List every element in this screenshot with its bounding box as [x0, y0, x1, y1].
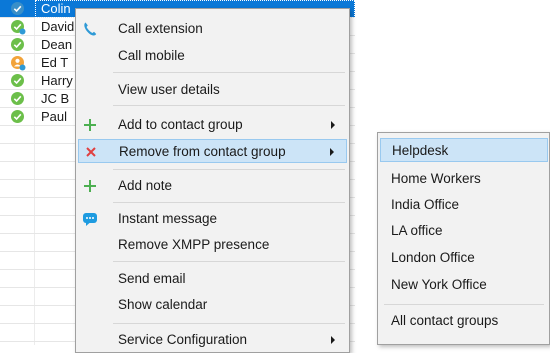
contact-group-submenu: Helpdesk Home Workers India Office LA of… — [377, 132, 550, 345]
submenu-label: All contact groups — [391, 313, 499, 328]
menu-label: Call mobile — [118, 48, 185, 63]
contact-name: Ed T — [41, 55, 69, 70]
menu-label: Add to contact group — [118, 117, 243, 132]
menu-label: Instant message — [118, 211, 218, 226]
submenu-label: New York Office — [391, 277, 487, 292]
contact-name: Harry — [41, 73, 73, 88]
menu-label: Service Configuration — [118, 332, 248, 347]
away-status-icon — [11, 56, 26, 71]
available-status-icon — [11, 110, 24, 123]
chat-bubble-icon — [82, 211, 98, 227]
submenu-arrow-icon — [330, 148, 334, 156]
contact-name: Dean — [41, 37, 73, 52]
menu-label: Remove from contact group — [119, 144, 286, 159]
contact-context-menu: Call extension Call mobile View user det… — [75, 8, 350, 353]
contact-name: JC B — [41, 91, 70, 106]
submenu-item-all-contact-groups[interactable]: All contact groups — [380, 309, 548, 333]
remove-x-icon — [83, 144, 99, 160]
plus-icon — [82, 178, 98, 194]
menu-separator — [113, 261, 345, 262]
submenu-item-india-office[interactable]: India Office — [380, 193, 548, 217]
menu-separator — [113, 169, 345, 170]
available-on-phone-status-icon — [11, 20, 26, 35]
submenu-item-la-office[interactable]: LA office — [380, 219, 548, 243]
submenu-item-london-office[interactable]: London Office — [380, 246, 548, 270]
menu-label: Show calendar — [118, 297, 208, 312]
menu-label: View user details — [118, 82, 220, 97]
contact-name: Colin — [41, 1, 71, 16]
submenu-item-home-workers[interactable]: Home Workers — [380, 167, 548, 191]
menu-separator — [113, 202, 345, 203]
submenu-label: London Office — [391, 250, 475, 265]
available-status-icon — [11, 92, 24, 105]
menu-item-view-user-details[interactable]: View user details — [78, 78, 347, 102]
menu-item-remove-xmpp-presence[interactable]: Remove XMPP presence — [78, 233, 347, 257]
menu-label: Remove XMPP presence — [118, 237, 270, 252]
menu-label: Add note — [118, 178, 173, 193]
menu-item-send-email[interactable]: Send email — [78, 267, 347, 291]
menu-item-call-extension[interactable]: Call extension — [78, 17, 347, 41]
menu-label: Call extension — [118, 21, 203, 36]
menu-item-add-note[interactable]: Add note — [78, 174, 347, 198]
phone-icon — [82, 21, 98, 37]
submenu-arrow-icon — [331, 336, 335, 344]
menu-label: Send email — [118, 271, 186, 286]
submenu-label: LA office — [391, 223, 443, 238]
selected-status-icon — [11, 2, 24, 15]
submenu-separator — [384, 304, 544, 305]
submenu-label: India Office — [391, 197, 460, 212]
menu-item-instant-message[interactable]: Instant message — [78, 207, 347, 231]
contact-name: Paul — [41, 109, 68, 124]
menu-separator — [113, 72, 345, 73]
submenu-label: Helpdesk — [392, 143, 449, 158]
menu-separator — [113, 105, 345, 106]
available-status-icon — [11, 74, 24, 87]
submenu-arrow-icon — [331, 121, 335, 129]
menu-item-remove-from-contact-group[interactable]: Remove from contact group — [78, 139, 347, 163]
submenu-item-new-york-office[interactable]: New York Office — [380, 273, 548, 297]
menu-separator — [113, 323, 345, 324]
menu-item-show-calendar[interactable]: Show calendar — [78, 293, 347, 317]
submenu-item-helpdesk[interactable]: Helpdesk — [380, 138, 548, 162]
menu-item-call-mobile[interactable]: Call mobile — [78, 44, 347, 68]
plus-icon — [82, 117, 98, 133]
menu-item-service-configuration[interactable]: Service Configuration — [78, 328, 347, 352]
menu-item-add-to-contact-group[interactable]: Add to contact group — [78, 113, 347, 137]
contact-name: David — [41, 19, 75, 34]
available-status-icon — [11, 38, 24, 51]
submenu-label: Home Workers — [391, 171, 481, 186]
